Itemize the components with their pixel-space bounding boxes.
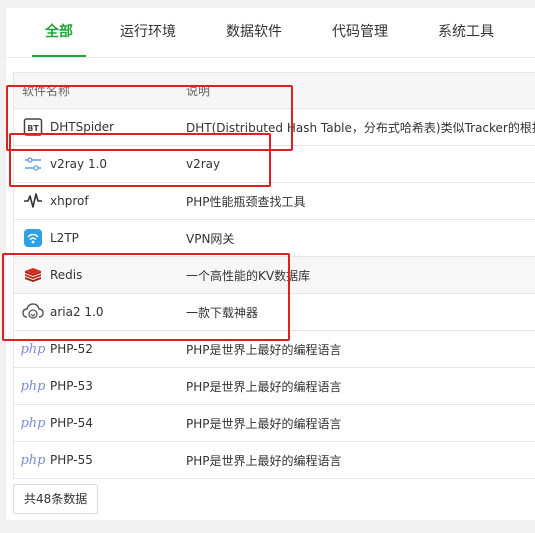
category-tabs: 全部 运行环境 数据软件 代码管理 系统工具 [6,8,535,58]
tab-runtime[interactable]: 运行环境 [110,8,186,56]
software-desc: 一个高性能的KV数据库 [186,268,311,283]
php-icon: php [20,378,46,394]
total-count: 共48条数据 [13,484,99,514]
software-desc: 一款下载神器 [186,305,259,320]
bottom-strip [0,520,535,533]
wifi-icon [22,227,44,249]
software-name: Redis [50,268,83,282]
software-desc: v2ray [186,157,221,171]
software-desc: PHP是世界上最好的编程语言 [186,453,342,468]
left-strip [0,0,6,533]
pulse-icon [22,190,44,212]
software-desc: VPN网关 [186,231,235,246]
header-desc: 说明 [186,84,211,98]
redis-icon [22,264,44,286]
table-header: 软件名称 说明 [14,73,535,109]
software-desc: PHP性能瓶颈查找工具 [186,194,306,209]
software-name: PHP-53 [50,379,93,393]
table-row[interactable]: php PHP-55 PHP是世界上最好的编程语言 [14,442,535,479]
table-row[interactable]: php PHP-54 PHP是世界上最好的编程语言 [14,405,535,442]
svg-text:BT: BT [27,124,39,133]
php-icon: php [20,341,46,357]
table-row[interactable]: php PHP-53 PHP是世界上最好的编程语言 [14,368,535,405]
tab-data-software[interactable]: 数据软件 [216,8,292,56]
table-row[interactable]: L2TP VPN网关 [14,220,535,257]
v2ray-icon [22,153,44,175]
software-desc: PHP是世界上最好的编程语言 [186,342,342,357]
cloud-download-icon [22,301,44,323]
tab-all[interactable]: 全部 [32,8,86,57]
tab-code-management[interactable]: 代码管理 [322,8,398,56]
header-name: 软件名称 [22,84,71,98]
table-row[interactable]: aria2 1.0 一款下载神器 [14,294,535,331]
software-desc: PHP是世界上最好的编程语言 [186,379,342,394]
tab-system-tools[interactable]: 系统工具 [428,8,504,56]
table-row[interactable]: xhprof PHP性能瓶颈查找工具 [14,183,535,220]
bt-icon: BT [22,116,44,138]
table-row[interactable]: php PHP-52 PHP是世界上最好的编程语言 [14,331,535,368]
software-name: L2TP [50,231,79,245]
software-name: v2ray 1.0 [50,157,108,171]
software-name: xhprof [50,194,89,208]
software-desc: DHT(Distributed Hash Table，分布式哈希表)类似Trac… [186,120,535,135]
software-name: aria2 1.0 [50,305,104,319]
table-row[interactable]: BT DHTSpider DHT(Distributed Hash Table，… [14,109,535,146]
table-row[interactable]: Redis 一个高性能的KV数据库 [14,257,535,294]
top-strip [0,0,535,8]
software-name: PHP-54 [50,416,93,430]
software-table: 软件名称 说明 BT DHTSpider DHT(Distributed Has… [13,72,535,479]
software-name: PHP-55 [50,453,93,467]
php-icon: php [20,452,46,468]
software-name: DHTSpider [50,120,115,134]
software-desc: PHP是世界上最好的编程语言 [186,416,342,431]
software-name: PHP-52 [50,342,93,356]
table-row[interactable]: v2ray 1.0 v2ray [14,146,535,183]
php-icon: php [20,415,46,431]
